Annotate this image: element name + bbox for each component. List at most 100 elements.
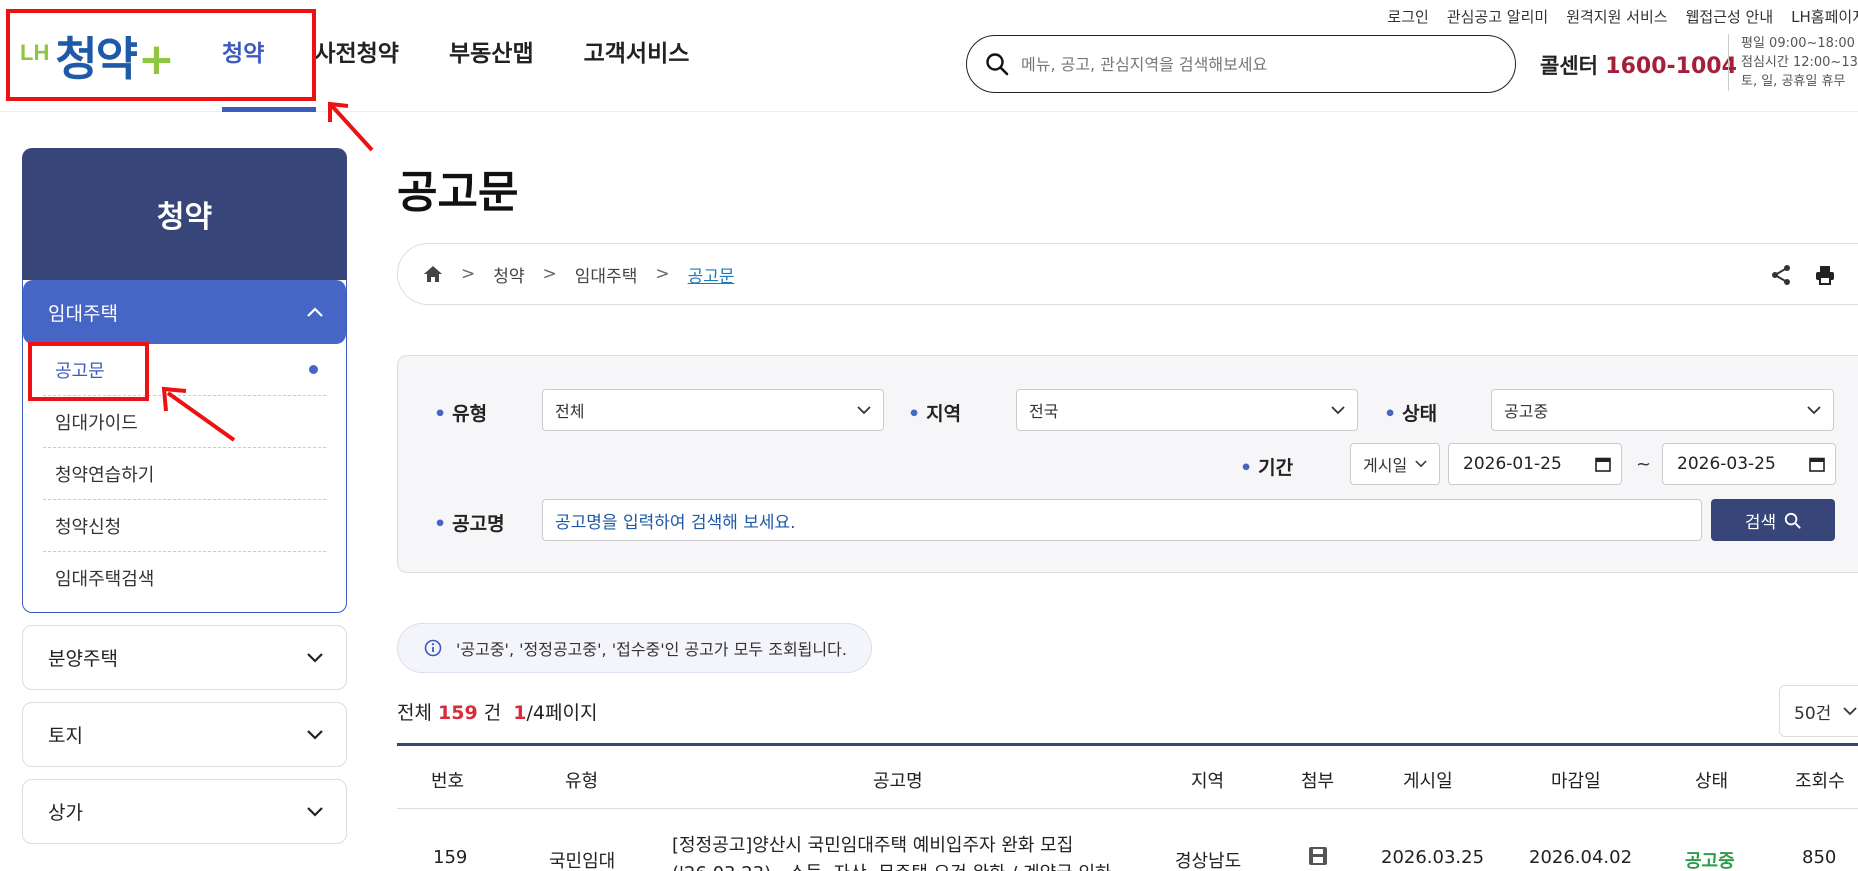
accessibility-link[interactable]: 웹접근성 안내	[1686, 6, 1774, 27]
nav-item-practice[interactable]: 청약연습하기	[43, 448, 326, 500]
chevron-down-icon	[1807, 405, 1821, 414]
row-number: 159	[433, 847, 468, 868]
active-dot-icon	[309, 365, 318, 374]
col-number: 번호	[431, 771, 465, 792]
chevron-down-icon	[1331, 405, 1345, 414]
col-attachment: 첨부	[1301, 771, 1335, 792]
chevron-down-icon	[307, 729, 323, 740]
calendar-icon[interactable]	[1809, 456, 1825, 472]
gnb-item-real-estate-map[interactable]: 부동산맵	[449, 34, 534, 68]
notice-text: '공고중', '정정공고중', '접수중'인 공고가 모두 조회됩니다.	[456, 640, 847, 659]
nav-group-label: 임대주택	[48, 302, 118, 325]
row-title-line1[interactable]: [정정공고]양산시 국민임대주택 예비입주자 완화 모집	[672, 831, 1073, 857]
col-status: 상태	[1695, 771, 1729, 792]
annotation-arrow-icon	[328, 101, 374, 152]
row-posted: 2026.03.25	[1381, 847, 1485, 868]
notice-name-input[interactable]: 공고명을 입력하여 검색해 보세요.	[542, 499, 1702, 541]
info-icon	[424, 639, 442, 657]
breadcrumb-item[interactable]: 청약	[493, 262, 524, 287]
annotation-box-logo	[6, 9, 316, 101]
print-icon[interactable]	[1814, 264, 1836, 290]
breadcrumb-item[interactable]: 임대주택	[575, 262, 638, 287]
row-title-line2[interactable]: ('26.03.23) - 소득, 자산, 무주택 요건 완화 / 계약금 인하	[672, 859, 1112, 871]
left-nav-title: 청약	[22, 148, 347, 280]
per-page-value: 50건	[1794, 703, 1832, 724]
region-select[interactable]: 전국	[1016, 389, 1358, 431]
col-type: 유형	[565, 771, 599, 792]
row-views: 850	[1802, 847, 1837, 868]
count-unit: 건	[483, 702, 502, 724]
row-deadline: 2026.04.02	[1529, 847, 1633, 868]
chevron-down-icon	[857, 405, 871, 414]
region-label: 지역	[908, 399, 961, 426]
nav-item-label: 임대주택검색	[55, 569, 155, 590]
hours-weekday: 평일 09:00~18:00	[1741, 36, 1855, 51]
nav-group-land[interactable]: 토지	[22, 702, 347, 767]
hours-lunch: 점심시간 12:00~13:00	[1741, 55, 1858, 70]
per-page-select[interactable]: 50건	[1779, 685, 1858, 737]
search-input[interactable]	[1021, 54, 1501, 74]
nav-group-commercial[interactable]: 상가	[22, 779, 347, 844]
region-value: 전국	[1029, 402, 1059, 421]
remote-support-link[interactable]: 원격지원 서비스	[1566, 6, 1667, 27]
period-type-select[interactable]: 게시일	[1350, 443, 1440, 485]
count-total: 159	[438, 702, 478, 724]
interest-alert-link[interactable]: 관심공고 알리미	[1447, 6, 1548, 27]
nav-item-label: 청약연습하기	[55, 464, 155, 486]
search-button[interactable]: 검색	[1711, 499, 1835, 541]
calendar-icon[interactable]	[1595, 456, 1611, 472]
home-icon[interactable]	[423, 265, 443, 283]
chevron-right-icon: >	[542, 264, 557, 284]
chevron-down-icon	[307, 806, 323, 817]
nav-item-label: 임대가이드	[55, 412, 138, 434]
page-actions	[1770, 264, 1858, 290]
breadcrumb-current[interactable]: 공고문	[688, 262, 735, 287]
chevron-down-icon	[1415, 460, 1427, 468]
callcenter-label: 콜센터	[1540, 54, 1598, 78]
login-link[interactable]: 로그인	[1387, 6, 1428, 27]
gnb-active-indicator	[222, 107, 316, 112]
type-select[interactable]: 전체	[542, 389, 884, 431]
chevron-down-icon	[1843, 706, 1857, 715]
share-icon[interactable]	[1770, 264, 1792, 290]
count-prefix: 전체	[397, 702, 432, 724]
status-value: 공고중	[1504, 402, 1549, 421]
nav-group-label: 분양주택	[48, 648, 118, 670]
table-header: 번호 유형 공고명 지역 첨부 게시일 마감일 상태 조회수	[397, 743, 1858, 809]
nav-group-label: 상가	[48, 802, 83, 824]
date-from-input[interactable]: 2026-01-25	[1448, 443, 1622, 485]
table-row[interactable]: 159 국민임대 [정정공고]양산시 국민임대주택 예비입주자 완화 모집 ('…	[397, 809, 1858, 871]
col-deadline: 마감일	[1551, 771, 1601, 792]
date-from-value: 2026-01-25	[1463, 454, 1562, 474]
nav-item-rental-search[interactable]: 임대주택검색	[43, 552, 326, 604]
date-to-input[interactable]: 2026-03-25	[1662, 443, 1836, 485]
nav-item-apply[interactable]: 청약신청	[43, 500, 326, 552]
period-label: 기간	[1240, 453, 1293, 480]
status-select[interactable]: 공고중	[1491, 389, 1834, 431]
callcenter-number: 1600-1004	[1605, 54, 1737, 79]
global-search[interactable]	[966, 35, 1516, 93]
type-value: 전체	[555, 402, 585, 421]
row-type: 국민임대	[549, 851, 616, 871]
search-button-label: 검색	[1744, 512, 1777, 533]
lh-homepage-link[interactable]: LH홈페이지	[1791, 6, 1858, 27]
chevron-right-icon: >	[655, 264, 670, 284]
search-notice: '공고중', '정정공고중', '접수중'인 공고가 모두 조회됩니다.	[397, 623, 872, 673]
notice-name-label: 공고명	[434, 509, 504, 536]
nav-group-rental: 임대주택 공고문 임대가이드 청약연습하기 청약신청 임대주택검색	[22, 280, 347, 613]
col-posted: 게시일	[1403, 771, 1453, 792]
col-region: 지역	[1191, 771, 1225, 792]
annotation-arrow-icon	[161, 386, 236, 442]
nav-group-sale[interactable]: 분양주택	[22, 625, 347, 690]
annotation-box-notice-menu	[28, 342, 149, 401]
status-label: 상태	[1384, 399, 1437, 426]
result-count: 전체 159 건 1/4페이지	[397, 698, 597, 725]
page-title: 공고문	[397, 167, 519, 218]
nav-group-rental-toggle[interactable]: 임대주택	[23, 280, 346, 344]
left-nav: 청약 임대주택 공고문 임대가이드 청약연습하기 청약신청 임대주택검색 분양주…	[22, 148, 347, 844]
gnb-item-customer-service[interactable]: 고객서비스	[584, 34, 690, 68]
service-hours: 평일 09:00~18:00 점심시간 12:00~13:00 토, 일, 공휴…	[1728, 34, 1858, 91]
hours-closed: 토, 일, 공휴일 휴무	[1741, 74, 1846, 89]
attachment-icon[interactable]	[1307, 845, 1329, 871]
gnb-item-pre-subscription[interactable]: 사전청약	[314, 34, 399, 68]
